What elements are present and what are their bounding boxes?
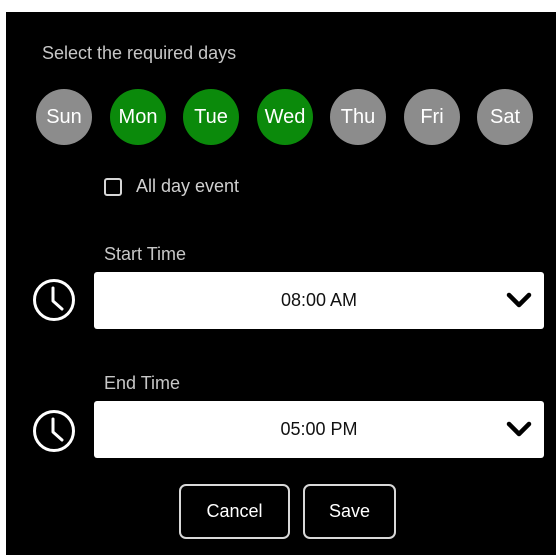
end-time-label: End Time bbox=[104, 373, 181, 393]
day-toggle-wed[interactable]: Wed bbox=[257, 89, 313, 145]
clock-icon bbox=[33, 410, 75, 452]
end-time-value: 05:00 PM bbox=[280, 419, 358, 439]
checkbox-unchecked-icon[interactable] bbox=[104, 177, 122, 196]
day-toggle-fri[interactable]: Fri bbox=[404, 89, 460, 145]
day-toggle-sat[interactable]: Sat bbox=[477, 89, 533, 145]
select-days-prompt: Select the required days bbox=[42, 43, 237, 63]
start-time-value: 08:00 AM bbox=[280, 290, 358, 310]
day-toggle-thu[interactable]: Thu bbox=[330, 89, 386, 145]
day-selector: Sun Mon Tue Wed Thu Fri Sat bbox=[36, 89, 556, 145]
start-time-label: Start Time bbox=[104, 244, 187, 264]
chevron-down-icon bbox=[506, 292, 532, 308]
chevron-down-icon bbox=[506, 421, 532, 437]
cancel-button[interactable]: Cancel bbox=[179, 484, 290, 539]
schedule-dialog: Select the required days Sun Mon Tue Wed… bbox=[6, 12, 556, 555]
save-button[interactable]: Save bbox=[303, 484, 396, 539]
all-day-event-toggle[interactable]: All day event bbox=[104, 176, 239, 197]
day-toggle-tue[interactable]: Tue bbox=[183, 89, 239, 145]
day-toggle-mon[interactable]: Mon bbox=[110, 89, 166, 145]
clock-icon bbox=[33, 279, 75, 321]
day-toggle-sun[interactable]: Sun bbox=[36, 89, 92, 145]
start-time-select[interactable]: 08:00 AM bbox=[94, 272, 544, 329]
end-time-select[interactable]: 05:00 PM bbox=[94, 401, 544, 458]
all-day-event-label: All day event bbox=[136, 176, 240, 196]
